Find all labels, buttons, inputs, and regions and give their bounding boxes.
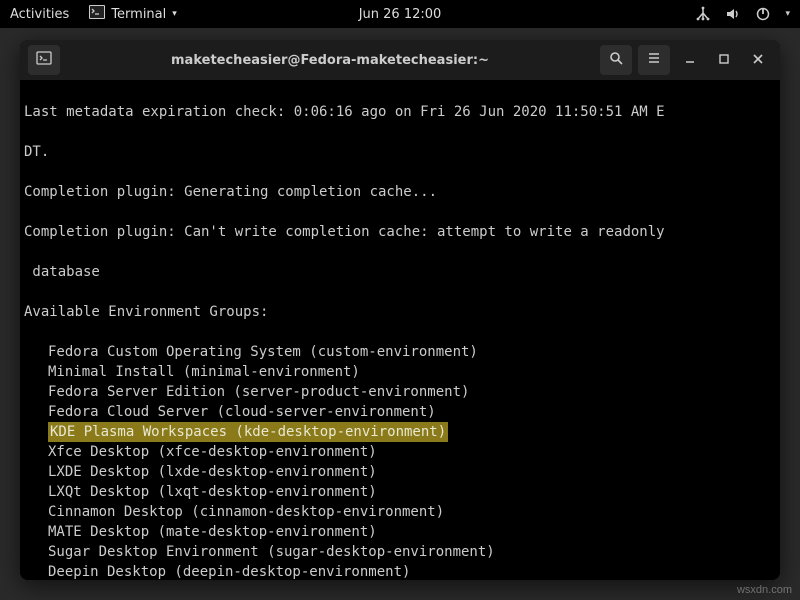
environment-group-item: Minimal Install (minimal-environment)	[24, 362, 776, 382]
minimize-icon	[683, 51, 697, 70]
maximize-icon	[717, 51, 731, 70]
hamburger-icon	[646, 50, 662, 70]
close-icon	[751, 51, 765, 70]
environment-group-item: Fedora Server Edition (server-product-en…	[24, 382, 776, 402]
environment-group-item: Fedora Custom Operating System (custom-e…	[24, 342, 776, 362]
watermark: wsxdn.com	[737, 584, 792, 596]
environment-group-item: KDE Plasma Workspaces (kde-desktop-envir…	[24, 422, 776, 442]
terminal-window: maketecheasier@Fedora-maketecheasier:~ L…	[20, 40, 780, 580]
environment-group-item: Fedora Cloud Server (cloud-server-enviro…	[24, 402, 776, 422]
terminal-line: Last metadata expiration check: 0:06:16 …	[24, 102, 776, 122]
window-titlebar: maketecheasier@Fedora-maketecheasier:~	[20, 40, 780, 80]
new-tab-button[interactable]	[28, 45, 60, 75]
search-icon	[608, 50, 624, 70]
environment-group-item: Sugar Desktop Environment (sugar-desktop…	[24, 542, 776, 562]
terminal-output[interactable]: Last metadata expiration check: 0:06:16 …	[20, 80, 780, 580]
network-icon[interactable]	[695, 6, 711, 22]
volume-icon[interactable]	[725, 6, 741, 22]
terminal-line: DT.	[24, 142, 776, 162]
terminal-line: Completion plugin: Generating completion…	[24, 182, 776, 202]
environment-group-item: LXDE Desktop (lxde-desktop-environment)	[24, 462, 776, 482]
topbar-app-label: Terminal	[111, 7, 166, 22]
gnome-topbar: Activities Terminal ▾ Jun 26 12:00 ▾	[0, 0, 800, 28]
terminal-line: database	[24, 262, 776, 282]
maximize-button[interactable]	[710, 46, 738, 74]
topbar-clock[interactable]: Jun 26 12:00	[359, 7, 442, 22]
terminal-icon	[89, 5, 105, 23]
terminal-line: Completion plugin: Can't write completio…	[24, 222, 776, 242]
environment-group-item: LXQt Desktop (lxqt-desktop-environment)	[24, 482, 776, 502]
environment-group-item: Deepin Desktop (deepin-desktop-environme…	[24, 562, 776, 580]
menu-button[interactable]	[638, 45, 670, 75]
environment-group-item: Cinnamon Desktop (cinnamon-desktop-envir…	[24, 502, 776, 522]
search-button[interactable]	[600, 45, 632, 75]
topbar-app-menu[interactable]: Terminal ▾	[89, 5, 176, 23]
close-button[interactable]	[744, 46, 772, 74]
window-title: maketecheasier@Fedora-maketecheasier:~	[66, 53, 594, 68]
environment-group-item: Xfce Desktop (xfce-desktop-environment)	[24, 442, 776, 462]
terminal-line: Available Environment Groups:	[24, 302, 776, 322]
terminal-icon	[36, 50, 52, 70]
minimize-button[interactable]	[676, 46, 704, 74]
environment-group-item: MATE Desktop (mate-desktop-environment)	[24, 522, 776, 542]
activities-button[interactable]: Activities	[10, 7, 69, 22]
chevron-down-icon[interactable]: ▾	[785, 9, 790, 19]
chevron-down-icon: ▾	[172, 9, 177, 19]
power-icon[interactable]	[755, 6, 771, 22]
